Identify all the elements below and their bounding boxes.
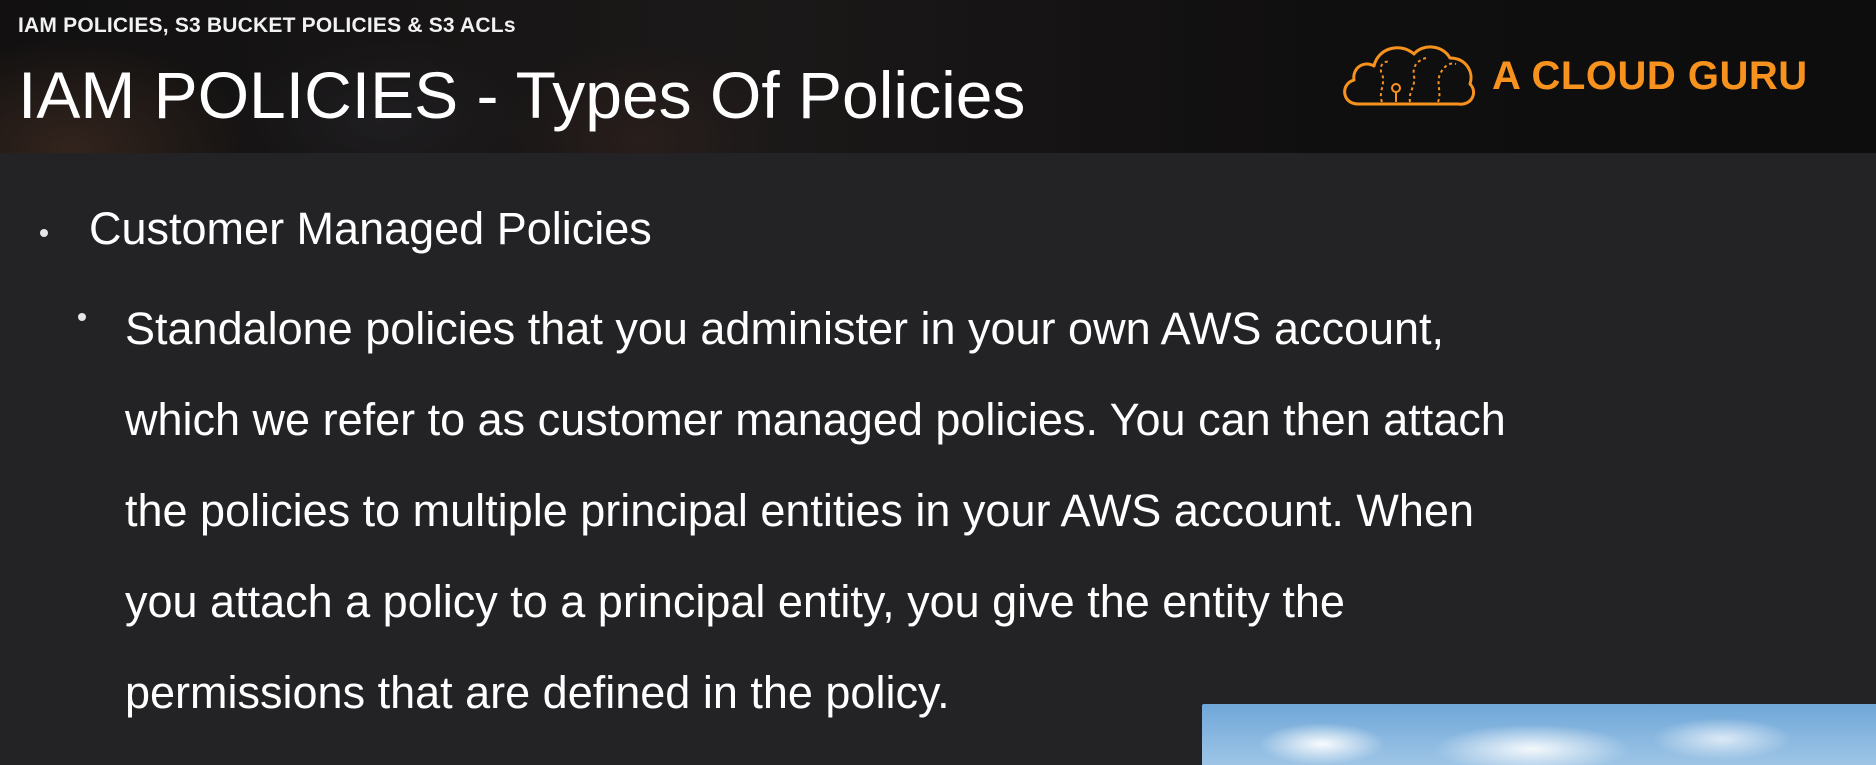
paragraph-line: you attach a policy to a principal entit… [125,576,1345,627]
bullet-level-1: Customer Managed Policies [40,203,652,255]
bullet-dot-icon [40,229,48,237]
cloud-logo-icon [1343,45,1475,106]
bullet-text: Customer Managed Policies [89,203,652,254]
paragraph-line: Standalone policies that you administer … [125,303,1445,354]
bullet-level-2: Standalone policies that you administer … [78,283,1778,738]
breadcrumb: IAM POLICIES, S3 BUCKET POLICIES & S3 AC… [18,14,516,37]
page-title: IAM POLICIES - Types Of Policies [18,58,1026,132]
bullet-dot-icon [78,313,86,321]
bullet-paragraph: Standalone policies that you administer … [125,283,1778,738]
header-bar: IAM POLICIES, S3 BUCKET POLICIES & S3 AC… [0,0,1876,153]
sky-photo-thumbnail [1202,704,1876,765]
paragraph-line: the policies to multiple principal entit… [125,485,1474,536]
paragraph-line: which we refer to as customer managed po… [125,394,1506,445]
brand-name: A CLOUD GURU [1492,53,1808,98]
slide: IAM POLICIES, S3 BUCKET POLICIES & S3 AC… [0,0,1876,765]
slide-content: Customer Managed Policies Standalone pol… [0,153,1876,765]
brand: A CLOUD GURU [1338,36,1848,116]
